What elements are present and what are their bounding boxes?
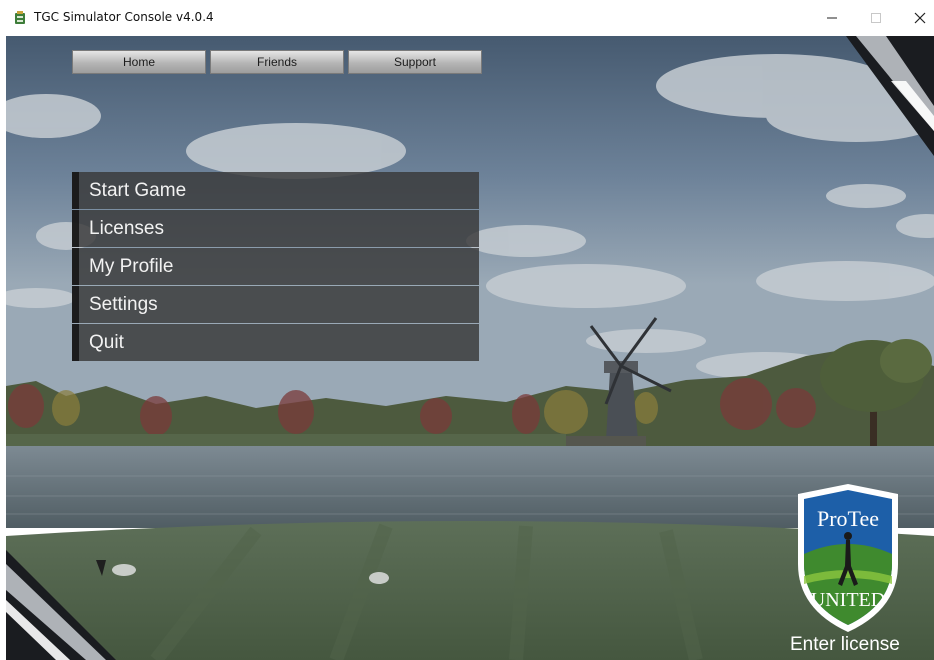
protee-united-logo: ProTee UNITED bbox=[798, 484, 898, 632]
menu-item-label: Quit bbox=[89, 331, 124, 353]
maximize-button[interactable] bbox=[854, 0, 898, 36]
enter-license-link[interactable]: Enter license bbox=[790, 634, 900, 656]
maximize-icon bbox=[871, 13, 881, 23]
nav-friends-button[interactable]: Friends bbox=[210, 50, 344, 74]
menu-item-label: Licenses bbox=[89, 217, 164, 239]
nav-support-button[interactable]: Support bbox=[348, 50, 482, 74]
menu-item-label: Start Game bbox=[89, 179, 187, 201]
minimize-icon bbox=[827, 17, 837, 19]
app-icon bbox=[15, 11, 25, 24]
menu-item-accent bbox=[72, 248, 79, 285]
close-button[interactable] bbox=[898, 0, 934, 36]
app-window: TGC Simulator Console v4.0.4 Home Friend… bbox=[0, 0, 934, 660]
logo-text-bottom: UNITED bbox=[811, 589, 885, 611]
menu-item-accent bbox=[72, 210, 79, 247]
logo-text-top: ProTee bbox=[817, 506, 879, 531]
close-icon bbox=[914, 12, 926, 24]
window-title: TGC Simulator Console v4.0.4 bbox=[34, 10, 214, 24]
menu-item-start-game[interactable]: Start Game bbox=[72, 172, 479, 209]
title-bar: TGC Simulator Console v4.0.4 bbox=[0, 0, 934, 36]
menu-item-quit[interactable]: Quit bbox=[72, 324, 479, 361]
menu-item-accent bbox=[72, 324, 79, 361]
menu-item-licenses[interactable]: Licenses bbox=[72, 210, 479, 247]
main-menu: Start Game Licenses My Profile Settings … bbox=[72, 172, 479, 362]
menu-item-accent bbox=[72, 286, 79, 323]
menu-item-accent bbox=[72, 172, 79, 209]
menu-item-label: My Profile bbox=[89, 255, 174, 277]
menu-item-label: Settings bbox=[89, 293, 158, 315]
nav-home-button[interactable]: Home bbox=[72, 50, 206, 74]
menu-item-settings[interactable]: Settings bbox=[72, 286, 479, 323]
corner-decoration-bottom-left bbox=[6, 550, 116, 660]
menu-item-my-profile[interactable]: My Profile bbox=[72, 248, 479, 285]
corner-decoration-top-right bbox=[846, 36, 934, 156]
minimize-button[interactable] bbox=[810, 0, 854, 36]
